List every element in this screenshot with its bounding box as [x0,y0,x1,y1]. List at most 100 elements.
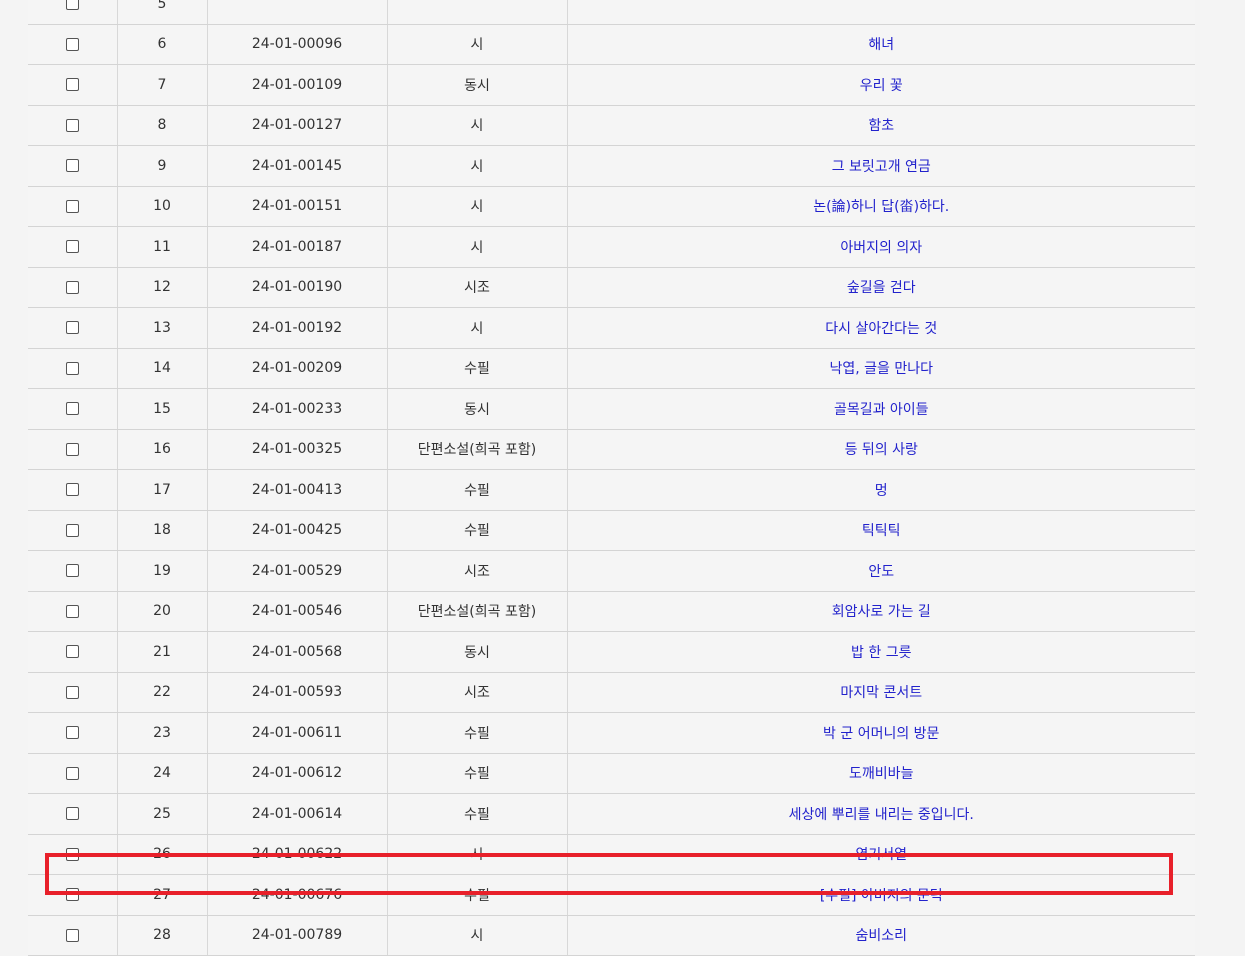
submission-code: 24-01-00614 [206,793,387,835]
row-checkbox-cell [28,428,117,470]
title-link[interactable]: 염기서열 [855,847,907,863]
row-checkbox-cell [28,752,117,794]
title-link[interactable]: 도깨비바늘 [849,766,913,782]
genre: 시조 [386,266,567,308]
title-link[interactable]: 그 보릿고개 연금 [832,159,931,175]
title-cell: 세상에 뿌리를 내리는 중입니다. [566,793,1195,835]
title-cell: 숨비소리 [566,914,1195,956]
title-link[interactable]: 틱틱틱 [862,523,901,539]
title-cell: 틱틱틱 [566,509,1195,551]
submission-code: 24-01-00096 [206,23,387,65]
genre: 시조 [386,550,567,592]
row-checkbox-cell [28,307,117,349]
row-checkbox-cell [28,590,117,632]
row-checkbox-cell [28,266,117,308]
row-checkbox[interactable] [65,118,79,132]
title-link[interactable]: 골목길과 아이들 [834,402,929,418]
title-cell: 낙엽, 글을 만나다 [566,347,1195,389]
row-checkbox[interactable] [65,321,79,335]
row-checkbox-cell [28,550,117,592]
title-link[interactable]: 밥 한 그릇 [851,645,911,661]
table-row: 18 24-01-00425 수필 틱틱틱 [28,509,1195,551]
row-checkbox[interactable] [65,361,79,375]
row-number: 5 [116,0,207,25]
row-checkbox-cell [28,712,117,754]
title-link[interactable]: 낙엽, 글을 만나다 [829,361,933,377]
title-link[interactable]: 논(論)하니 답(畓)하다. [813,199,949,215]
row-number: 23 [116,712,207,754]
row-checkbox[interactable] [65,807,79,821]
title-cell: 해녀 [566,23,1195,65]
row-checkbox-cell [28,23,117,65]
title-cell: 다시 살아간다는 것 [566,307,1195,349]
row-checkbox-cell [28,631,117,673]
title-link[interactable]: 박 군 어머니의 방문 [823,726,939,742]
submission-code: 24-01-00611 [206,712,387,754]
row-checkbox[interactable] [65,685,79,699]
table-row: 23 24-01-00611 수필 박 군 어머니의 방문 [28,712,1195,754]
title-cell: 회암사로 가는 길 [566,590,1195,632]
row-checkbox[interactable] [65,928,79,942]
title-link[interactable]: 마지막 콘서트 [840,685,922,701]
title-link[interactable]: 다시 살아간다는 것 [825,321,937,337]
submission-code: 24-01-00127 [206,104,387,146]
row-checkbox[interactable] [65,199,79,213]
row-checkbox[interactable] [65,604,79,618]
title-link[interactable]: 아버지의 의자 [840,240,922,256]
row-checkbox[interactable] [65,847,79,861]
submission-table: 5 6 24-01-00096 시 해녀 7 24-01-00109 동시 우리 꽃 8 24-01… [28,0,1195,956]
title-link[interactable]: 멍 [875,483,888,499]
genre: 수필 [386,752,567,794]
row-checkbox[interactable] [65,564,79,578]
row-checkbox[interactable] [65,37,79,51]
table-row: 22 24-01-00593 시조 마지막 콘서트 [28,671,1195,713]
row-checkbox[interactable] [65,523,79,537]
title-cell: 골목길과 아이들 [566,388,1195,430]
row-checkbox-cell [28,469,117,511]
title-link[interactable]: 숨비소리 [855,928,907,944]
row-number: 9 [116,145,207,187]
submission-code: 24-01-00192 [206,307,387,349]
submission-list: 5 6 24-01-00096 시 해녀 7 24-01-00109 동시 우리 꽃 8 24-01… [28,0,1195,956]
row-checkbox[interactable] [65,159,79,173]
row-number: 13 [116,307,207,349]
table-row: 17 24-01-00413 수필 멍 [28,469,1195,511]
genre: 시조 [386,671,567,713]
submission-code: 24-01-00109 [206,64,387,106]
submission-code: 24-01-00789 [206,914,387,956]
table-row: 8 24-01-00127 시 함초 [28,104,1195,146]
row-checkbox[interactable] [65,766,79,780]
row-checkbox[interactable] [65,483,79,497]
submission-code: 24-01-00529 [206,550,387,592]
row-checkbox[interactable] [65,78,79,92]
row-checkbox[interactable] [65,280,79,294]
row-number: 14 [116,347,207,389]
row-checkbox-cell [28,671,117,713]
submission-code: 24-01-00145 [206,145,387,187]
row-checkbox[interactable] [65,0,79,11]
title-link[interactable]: 등 뒤의 사랑 [845,442,918,458]
title-link[interactable]: 숲길을 걷다 [847,280,916,296]
title-link[interactable]: 안도 [868,564,894,580]
row-checkbox[interactable] [65,442,79,456]
genre: 시 [386,226,567,268]
title-link[interactable]: 함초 [868,118,894,134]
title-link[interactable]: 해녀 [868,37,894,53]
row-checkbox[interactable] [65,645,79,659]
title-cell: 논(論)하니 답(畓)하다. [566,185,1195,227]
row-checkbox-cell [28,104,117,146]
row-checkbox[interactable] [65,240,79,254]
row-number: 21 [116,631,207,673]
table-row: 16 24-01-00325 단편소설(희곡 포함) 등 뒤의 사랑 [28,428,1195,470]
row-checkbox-cell [28,347,117,389]
title-link[interactable]: 회암사로 가는 길 [832,604,931,620]
table-row: 15 24-01-00233 동시 골목길과 아이들 [28,388,1195,430]
row-checkbox[interactable] [65,726,79,740]
title-cell: 마지막 콘서트 [566,671,1195,713]
title-link[interactable]: 우리 꽃 [860,78,903,94]
row-checkbox[interactable] [65,402,79,416]
title-link[interactable]: [수필] 아버지의 문턱 [820,888,943,904]
title-link[interactable]: 세상에 뿌리를 내리는 중입니다. [789,807,974,823]
row-checkbox[interactable] [65,888,79,902]
title-cell: 아버지의 의자 [566,226,1195,268]
